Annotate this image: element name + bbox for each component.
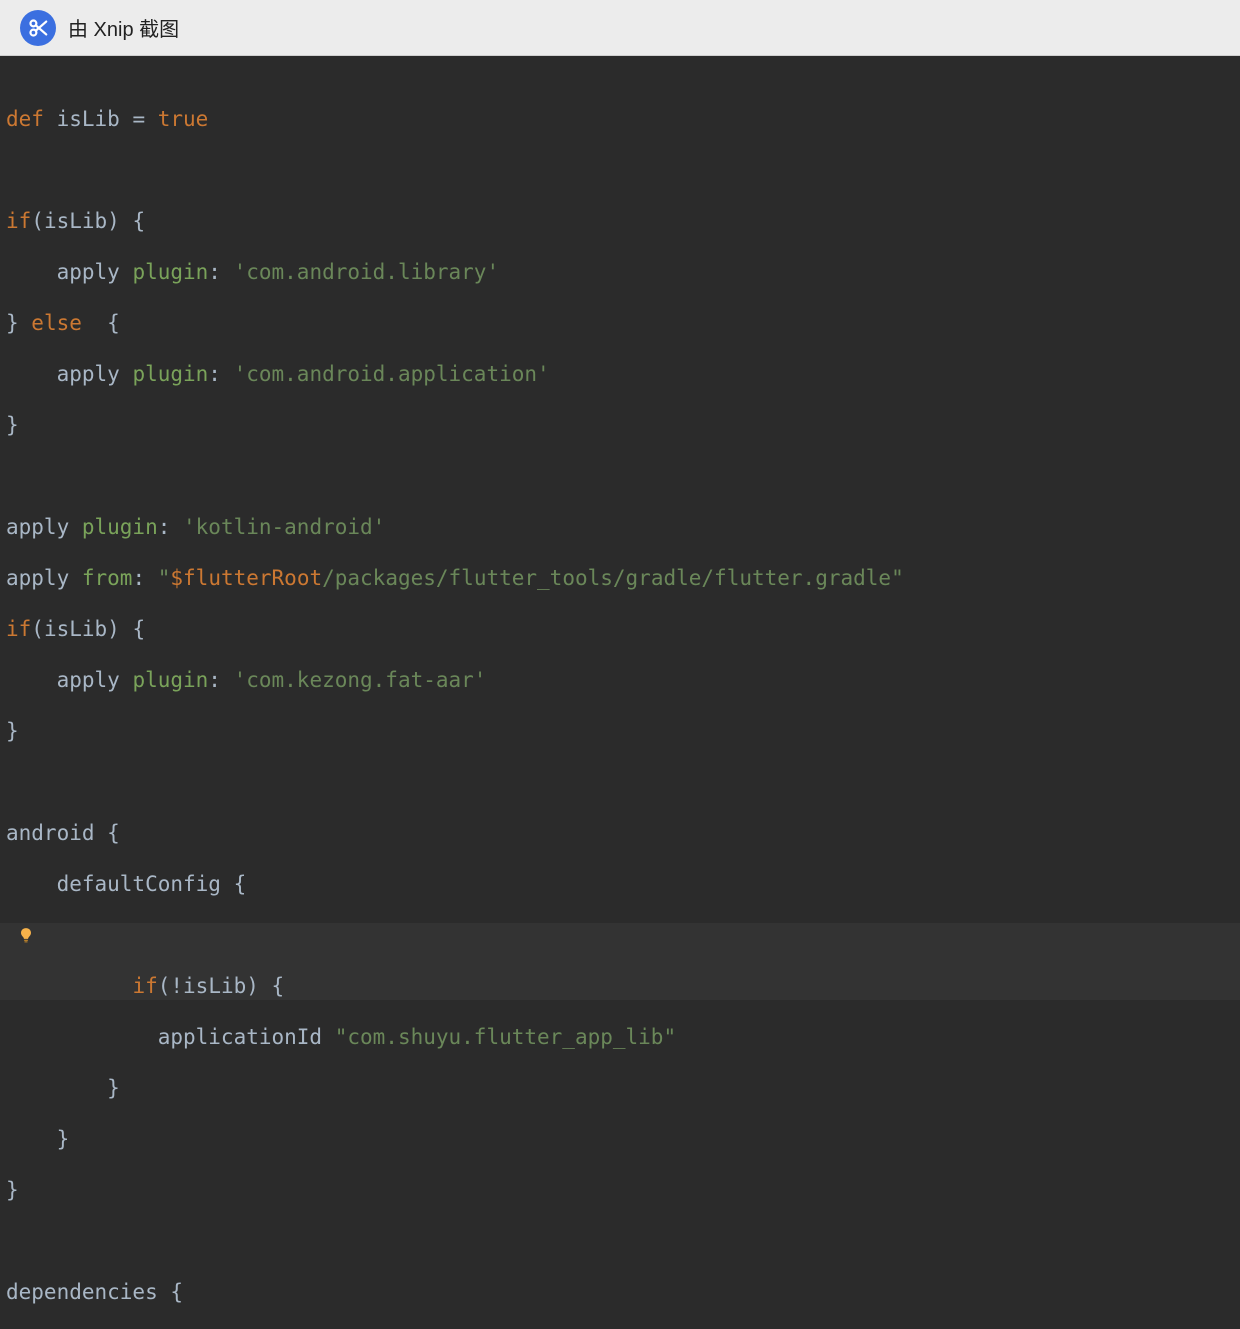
code-line-highlighted: if(!isLib) { xyxy=(0,923,1240,1000)
code-line xyxy=(0,770,1240,796)
code-line: } xyxy=(0,1076,1240,1102)
code-line: apply plugin: 'kotlin-android' xyxy=(0,515,1240,541)
code-line: apply from: "$flutterRoot/packages/flutt… xyxy=(0,566,1240,592)
code-line: } xyxy=(0,1178,1240,1204)
window-title: 由 Xnip 截图 xyxy=(68,13,179,42)
code-line: } xyxy=(0,1127,1240,1153)
title-bar: 由 Xnip 截图 xyxy=(0,0,1240,56)
code-line: defaultConfig { xyxy=(0,872,1240,898)
code-line: def isLib = true xyxy=(0,107,1240,133)
code-line: } xyxy=(0,413,1240,439)
code-line: apply plugin: 'com.android.library' xyxy=(0,260,1240,286)
code-line: if(isLib) { xyxy=(0,617,1240,643)
code-line xyxy=(0,158,1240,184)
code-line: } xyxy=(0,719,1240,745)
code-line: android { xyxy=(0,821,1240,847)
scissors-icon xyxy=(27,17,49,39)
xnip-app-icon xyxy=(20,10,56,46)
code-line xyxy=(0,1229,1240,1255)
code-line: apply plugin: 'com.kezong.fat-aar' xyxy=(0,668,1240,694)
code-line xyxy=(0,464,1240,490)
lightbulb-icon[interactable] xyxy=(16,923,36,949)
code-line: applicationId "com.shuyu.flutter_app_lib… xyxy=(0,1025,1240,1051)
code-editor[interactable]: def isLib = true if(isLib) { apply plugi… xyxy=(0,56,1240,1329)
code-line: dependencies { xyxy=(0,1280,1240,1306)
code-line: } else { xyxy=(0,311,1240,337)
code-line: if(isLib) { xyxy=(0,209,1240,235)
code-line: apply plugin: 'com.android.application' xyxy=(0,362,1240,388)
